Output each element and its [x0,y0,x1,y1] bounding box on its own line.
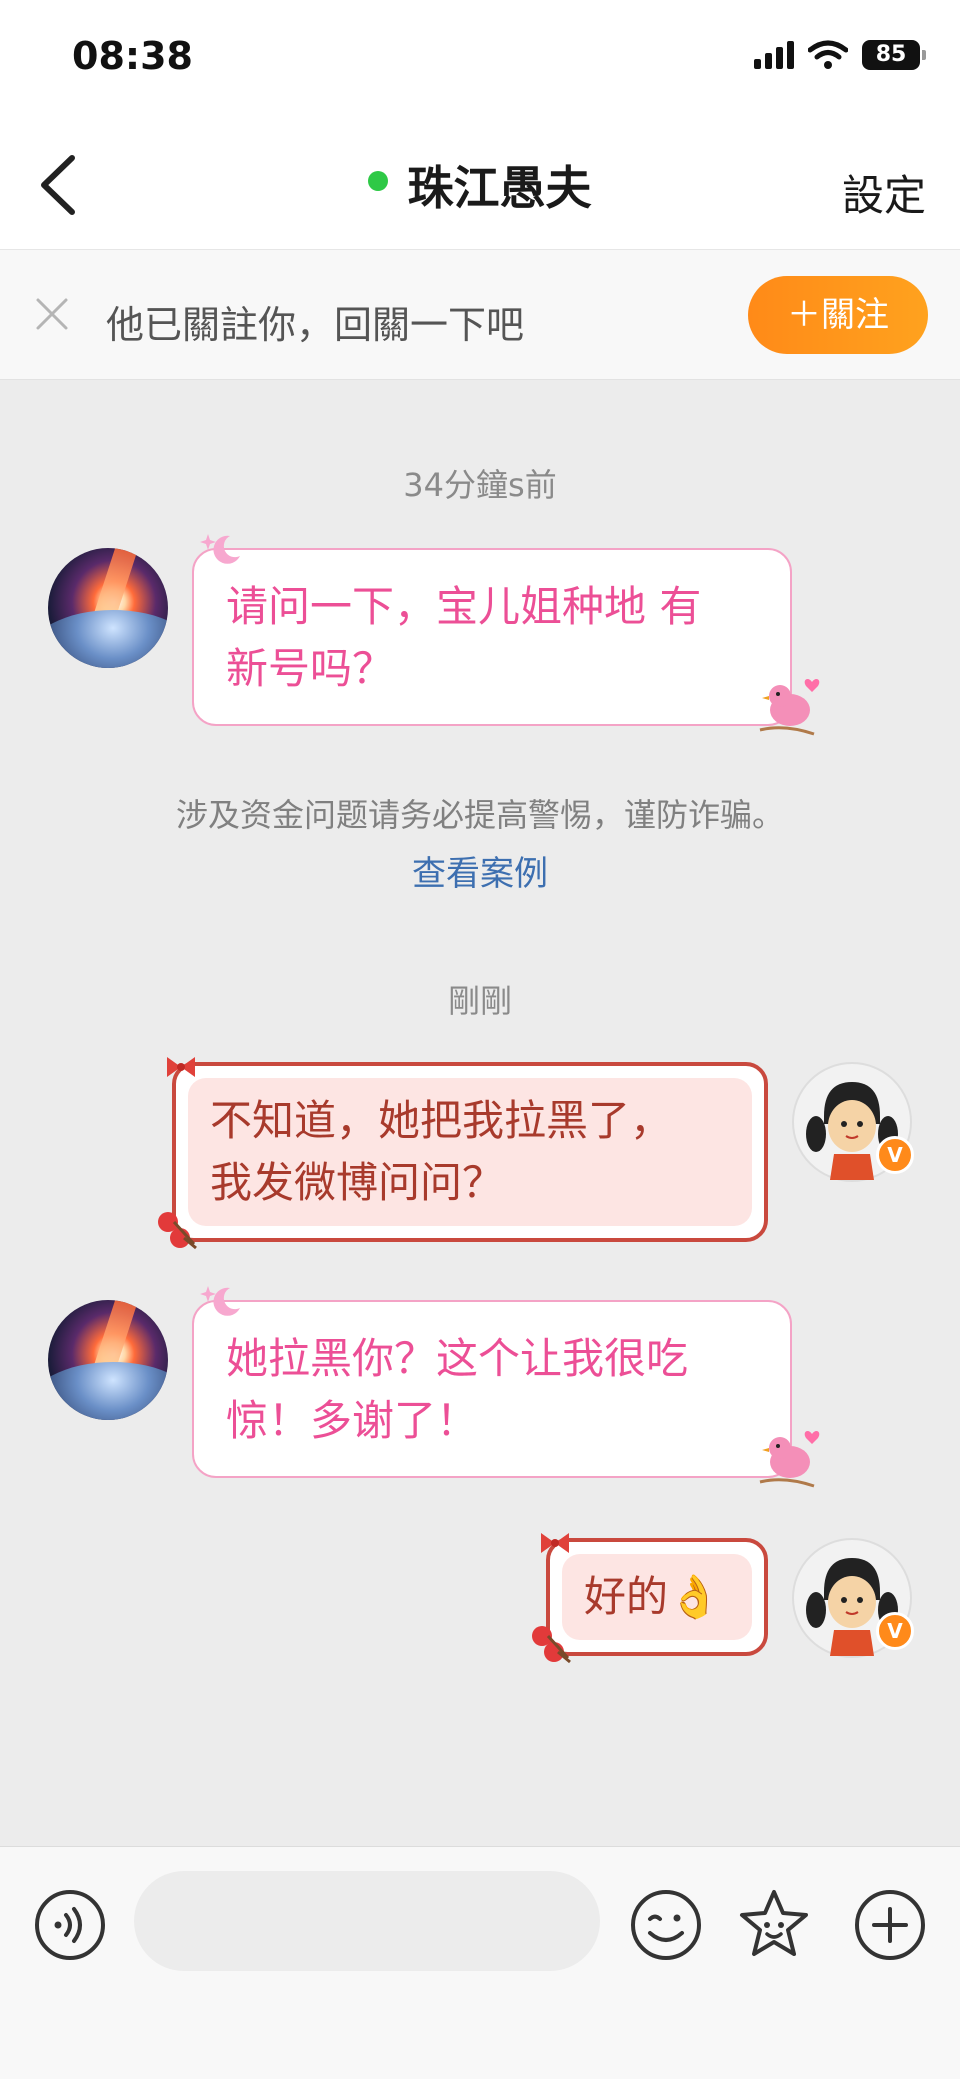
bow-icon [541,1533,569,1553]
outgoing-message-bubble[interactable]: 不知道，她把我拉黑了， 我发微博问问？ [158,1057,768,1250]
incoming-message-bubble[interactable]: 她拉黑你？这个让我很吃 惊！多谢了！ [192,1286,820,1488]
voice-input-icon[interactable] [32,1887,108,1963]
message-line: 她拉黑你？这个让我很吃 [226,1334,689,1383]
fraud-warning-text: 涉及资金问题请务必提高警惕，谨防诈骗。 [175,796,784,834]
message-line: 好的👌 [584,1572,721,1621]
wifi-icon [808,40,848,69]
follow-banner: 他已關註你，回關一下吧 ＋關注 [0,250,960,380]
cherry-icon [158,1212,197,1250]
status-time: 08:38 [72,34,193,78]
online-status-dot [368,171,389,191]
settings-button[interactable]: 設定 [842,162,926,223]
input-bar [0,1846,960,2079]
sticker-icon[interactable] [736,1887,812,1963]
pink-bird-icon [759,1431,820,1488]
follow-banner-text: 他已關註你，回關一下吧 [106,303,525,347]
contact-avatar[interactable] [48,1300,168,1420]
verified-badge-icon: V [876,1612,914,1650]
outgoing-message-bubble[interactable]: 好的👌 [532,1533,768,1664]
message-timestamp: 34分鐘s前 [403,466,557,504]
message-content: 不知道，她把我拉黑了， 我发微博问问？ [188,1078,752,1226]
pink-bird-icon [759,679,820,736]
moon-sparkle-icon [200,534,240,564]
message-input[interactable] [134,1871,600,1971]
bow-icon [167,1057,195,1077]
verified-badge-icon: V [876,1136,914,1174]
user-avatar[interactable]: V [792,1538,914,1658]
moon-sparkle-icon [200,1286,240,1316]
message-timestamp: 剛剛 [447,982,512,1020]
follow-button[interactable]: ＋關注 [748,276,928,354]
close-icon[interactable] [34,296,70,332]
view-examples-link[interactable]: 查看案例 [0,846,960,895]
message-line: 请问一下，宝儿姐种地 有 [226,582,702,631]
battery-icon: 85 [862,40,926,70]
cherry-icon [532,1626,571,1664]
user-avatar[interactable]: V [792,1062,914,1182]
message-line: 惊！多谢了！ [226,1396,479,1445]
cellular-signal-icon [754,41,794,69]
status-icons: 85 [754,40,926,70]
status-bar: 08:38 85 [0,0,960,120]
message-line: 不知道，她把我拉黑了， [210,1096,673,1145]
incoming-message-bubble[interactable]: 请问一下，宝儿姐种地 有 新号吗？ [192,534,820,736]
message-line: 新号吗？ [226,644,395,693]
message-line: 我发微博问问？ [210,1158,505,1207]
message-content: 好的👌 [562,1554,752,1640]
nav-bar: 珠江愚夫 設定 [0,120,960,250]
contact-avatar[interactable] [48,548,168,668]
nav-title-wrap: 珠江愚夫 [0,152,960,218]
plus-icon[interactable] [852,1887,928,1963]
emoji-icon[interactable] [628,1887,704,1963]
page-title: 珠江愚夫 [407,161,592,215]
